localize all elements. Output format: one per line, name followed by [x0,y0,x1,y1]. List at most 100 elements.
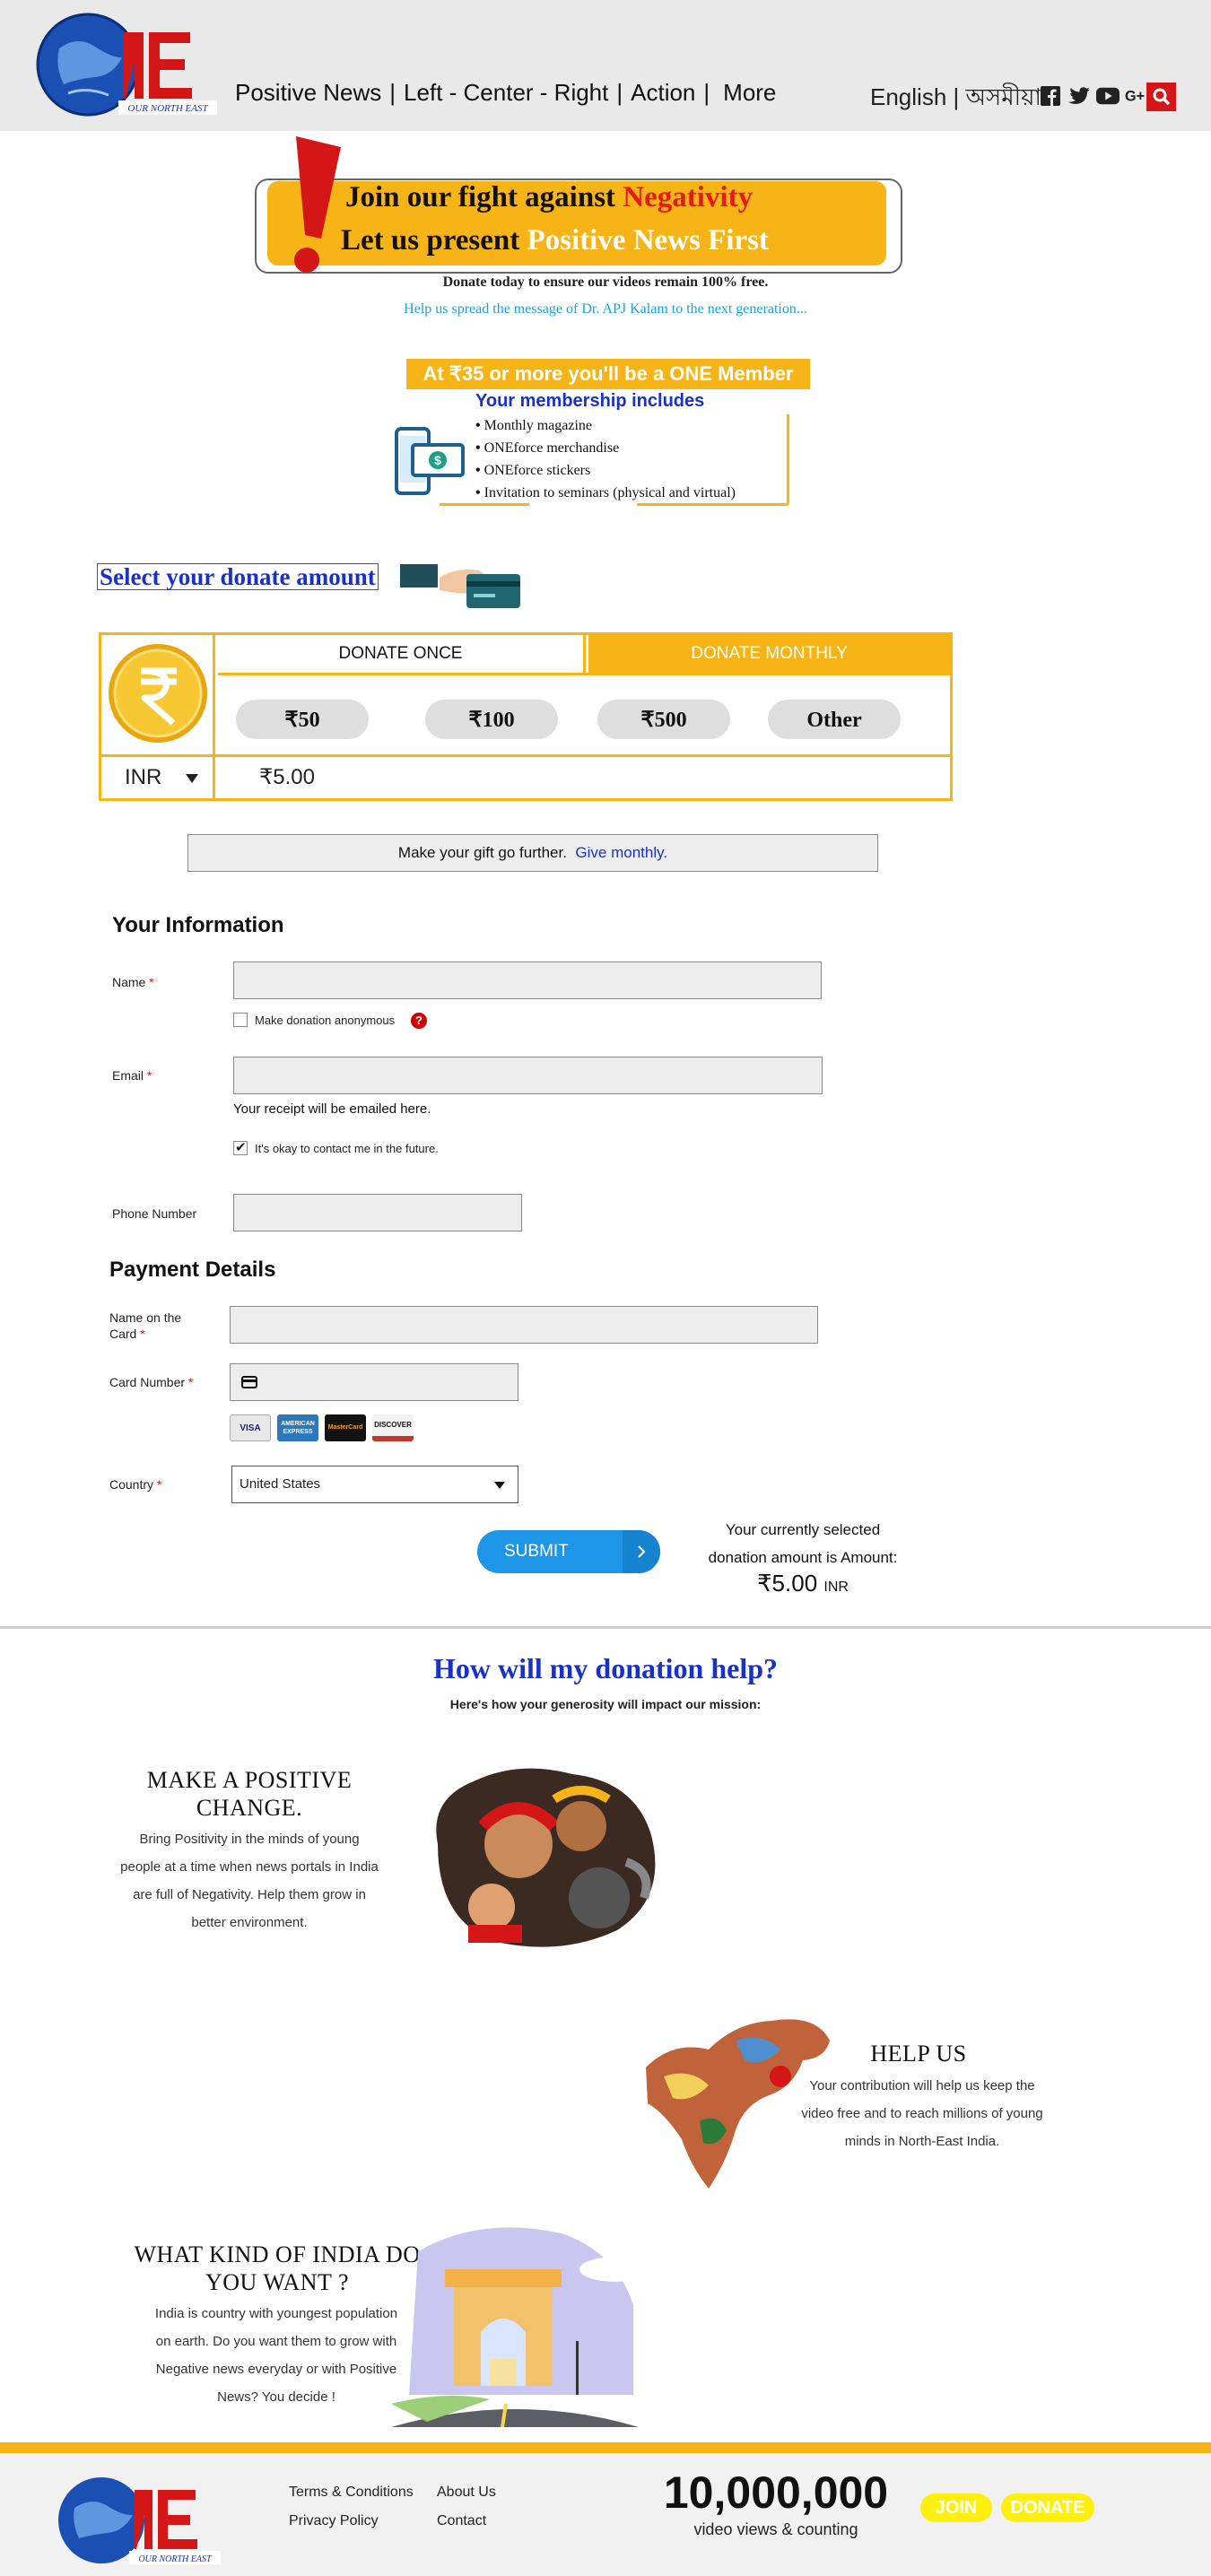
tab-donate-monthly[interactable]: DONATE MONTHLY [588,635,950,673]
amount-other-button[interactable]: Other [768,700,901,739]
country-select[interactable]: United States [231,1466,518,1503]
amount-input[interactable]: ₹5.00 [259,757,315,798]
nav-left-center-right[interactable]: Left - Center - Right [404,79,608,107]
required-mark: * [140,1327,145,1341]
facebook-icon[interactable] [1039,84,1062,108]
lang-separator: | [953,83,960,110]
email-label: Email * [112,1068,152,1083]
card-number-label: Card Number * [109,1375,194,1389]
tab-underline [218,673,950,675]
chevron-right-icon [623,1530,660,1573]
phone-input[interactable] [233,1194,522,1231]
name-label: Name * [112,975,154,989]
section-divider [0,1626,1211,1629]
coin-cell [101,635,215,754]
banner-line1-negativity: Negativity [623,181,753,213]
membership-item: Invitation to seminars (physical and vir… [475,482,736,504]
anonymous-checkbox[interactable] [233,1013,248,1027]
join-button[interactable]: JOIN [920,2493,992,2522]
lang-english[interactable]: English [870,83,946,110]
payment-details-heading: Payment Details [109,1258,276,1282]
email-note: Your receipt will be emailed here. [233,1101,431,1117]
impact-block-title: WHAT KIND OF INDIA DO YOU WANT ? [134,2241,421,2295]
nav-positive-news[interactable]: Positive News [235,79,381,107]
rupee-coin-icon [109,644,207,743]
search-icon [1153,88,1170,106]
impact-block-text: India is country with youngest populatio… [154,2306,398,2405]
site-logo[interactable]: OUR NORTH EAST [32,13,221,118]
row-divider [101,754,950,757]
svg-text:Let us present Positive News F: Let us present Positive News First [341,224,769,257]
video-view-label: video views & counting [693,2520,858,2538]
submit-label: SUBMIT [504,1542,569,1561]
footer-donate-button[interactable]: DONATE [1001,2493,1094,2522]
contact-checkbox[interactable] [233,1139,248,1155]
nav-separator: | [616,79,623,106]
gift-text: Make your gift go further. [397,844,567,861]
nav-action[interactable]: Action [631,79,695,107]
footer-link-about[interactable]: About Us [437,2485,496,2501]
required-mark: * [156,1477,162,1492]
svg-text:$: $ [434,453,441,467]
hero-banner: Join our fight against Negativity Let us… [255,136,902,274]
tab-donate-once[interactable]: DONATE ONCE [218,635,586,673]
give-monthly-banner: Make your gift go further. Give monthly. [187,834,878,872]
impact-block-title: HELP US [870,2041,967,2067]
select-amount-heading: Select your donate amount [97,563,379,590]
submit-button[interactable]: SUBMIT [477,1530,660,1573]
svg-text:G+: G+ [1125,89,1145,105]
impact-heading: How will my donation help? [432,1652,779,1684]
membership-list: Monthly magazine ONEforce merchandise ON… [475,414,736,504]
your-information-heading: Your Information [112,913,284,937]
donate-selector: DONATE ONCE DONATE MONTHLY ₹50 ₹100 ₹500… [99,632,953,801]
video-view-count: 10,000,000 [663,2467,889,2518]
amount-100-button[interactable]: ₹100 [425,700,558,739]
impact-block-text: Bring Positivity in the minds of young pe… [120,1832,379,1930]
banner-line2-part1: Let us present [341,224,527,257]
footer-link-terms[interactable]: Terms & Conditions [289,2485,414,2501]
lang-assamese[interactable]: অসমীয়া [966,83,1041,110]
membership-title: Your membership includes [475,391,705,411]
main-nav: Positive News | Left - Center - Right | Acti… [235,79,776,107]
amount-50-button[interactable]: ₹50 [236,700,369,739]
banner-line1-part1: Join our fight against [345,181,623,213]
impact-block-title: MAKE A POSITIVE CHANGE. [146,1767,353,1821]
help-icon[interactable]: ? [411,1013,427,1029]
footer-logo[interactable]: OUR NORTH EAST [52,2474,222,2567]
card-name-label: Name on the Card * [109,1310,182,1341]
amount-500-button[interactable]: ₹500 [597,700,730,739]
hero-tagline: Help us spread the message of Dr. APJ Ka… [404,301,807,317]
logo-caption: OUR NORTH EAST [127,103,208,114]
google-plus-icon[interactable]: G+ [1125,84,1148,108]
twitter-icon[interactable] [1067,84,1091,108]
selected-amount: ₹5.00 INR [757,1570,849,1597]
currency-value: INR [125,765,162,789]
site-header: OUR NORTH EAST Positive News | Left - Cent… [0,0,1211,131]
footer-link-contact[interactable]: Contact [437,2513,486,2529]
required-mark: * [149,975,154,989]
name-input[interactable] [233,962,822,999]
select-amount-bar [400,564,438,587]
selected-amount-text: Your currently selected donation amount i… [708,1521,898,1566]
contact-label: It's okay to contact me in the future. [255,1142,439,1155]
amex-logo: AMERICAN EXPRESS [277,1414,318,1441]
nav-separator: | [703,79,710,106]
phone-label: Phone Number [112,1206,197,1221]
card-number-input[interactable] [230,1363,518,1401]
membership-item: Monthly magazine [475,414,736,437]
card-name-input[interactable] [230,1306,818,1344]
youtube-icon[interactable] [1096,84,1120,108]
currency-select[interactable]: INR [101,757,215,798]
svg-text:Join our fight against Negativ: Join our fight against Negativity [345,181,754,213]
discover-logo: DISCOVER [372,1414,414,1441]
give-monthly-link[interactable]: Give monthly. [575,844,667,861]
footer-link-privacy[interactable]: Privacy Policy [289,2513,379,2529]
impact-block-text: Your contribution will help us keep the v… [801,2078,1043,2149]
search-button[interactable] [1146,83,1176,111]
required-mark: * [146,1068,152,1083]
country-value: United States [240,1476,321,1492]
anonymous-label: Make donation anonymous [255,1014,396,1027]
email-input[interactable] [233,1057,823,1094]
nav-separator: | [389,79,396,106]
nav-more[interactable]: More [723,79,776,107]
